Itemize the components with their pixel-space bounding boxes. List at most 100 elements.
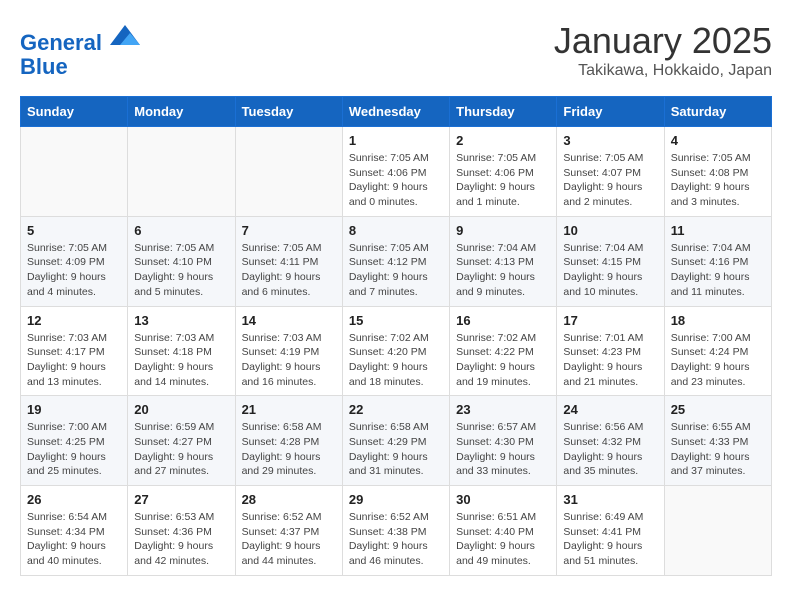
day-info: Sunrise: 7:05 AM Sunset: 4:12 PM Dayligh… (349, 241, 443, 300)
day-number: 25 (671, 402, 765, 417)
day-number: 16 (456, 313, 550, 328)
day-number: 6 (134, 223, 228, 238)
day-number: 7 (242, 223, 336, 238)
day-number: 29 (349, 492, 443, 507)
day-number: 28 (242, 492, 336, 507)
day-of-week-saturday: Saturday (664, 97, 771, 127)
day-info: Sunrise: 7:03 AM Sunset: 4:17 PM Dayligh… (27, 331, 121, 390)
calendar-cell: 27 Sunrise: 6:53 AM Sunset: 4:36 PM Dayli… (128, 486, 235, 576)
day-info: Sunrise: 7:03 AM Sunset: 4:18 PM Dayligh… (134, 331, 228, 390)
day-of-week-monday: Monday (128, 97, 235, 127)
days-of-week-row: SundayMondayTuesdayWednesdayThursdayFrid… (21, 97, 772, 127)
day-info: Sunrise: 7:05 AM Sunset: 4:11 PM Dayligh… (242, 241, 336, 300)
calendar-cell: 11 Sunrise: 7:04 AM Sunset: 4:16 PM Dayli… (664, 216, 771, 306)
calendar-cell: 31 Sunrise: 6:49 AM Sunset: 4:41 PM Dayli… (557, 486, 664, 576)
day-number: 14 (242, 313, 336, 328)
day-info: Sunrise: 7:05 AM Sunset: 4:09 PM Dayligh… (27, 241, 121, 300)
day-info: Sunrise: 6:56 AM Sunset: 4:32 PM Dayligh… (563, 420, 657, 479)
calendar-cell: 18Sunrise: 7:00 AM Sunset: 4:24 PM Dayli… (664, 306, 771, 396)
calendar-cell: 26 Sunrise: 6:54 AM Sunset: 4:34 PM Dayli… (21, 486, 128, 576)
week-row-1: 1 Sunrise: 7:05 AM Sunset: 4:06 PM Daylig… (21, 127, 772, 217)
day-info: Sunrise: 6:53 AM Sunset: 4:36 PM Dayligh… (134, 510, 228, 569)
day-info: Sunrise: 7:00 AM Sunset: 4:25 PM Dayligh… (27, 420, 121, 479)
day-info: Sunrise: 7:04 AM Sunset: 4:15 PM Dayligh… (563, 241, 657, 300)
month-title: January 2025 (554, 20, 772, 62)
day-info: Sunrise: 6:52 AM Sunset: 4:37 PM Dayligh… (242, 510, 336, 569)
calendar-cell: 12Sunrise: 7:03 AM Sunset: 4:17 PM Dayli… (21, 306, 128, 396)
calendar-cell: 9 Sunrise: 7:04 AM Sunset: 4:13 PM Daylig… (450, 216, 557, 306)
calendar-cell: 5 Sunrise: 7:05 AM Sunset: 4:09 PM Daylig… (21, 216, 128, 306)
day-info: Sunrise: 6:59 AM Sunset: 4:27 PM Dayligh… (134, 420, 228, 479)
day-number: 31 (563, 492, 657, 507)
week-row-4: 19 Sunrise: 7:00 AM Sunset: 4:25 PM Dayli… (21, 396, 772, 486)
logo-icon (110, 20, 140, 50)
calendar-cell: 19 Sunrise: 7:00 AM Sunset: 4:25 PM Dayli… (21, 396, 128, 486)
calendar-cell: 14 Sunrise: 7:03 AM Sunset: 4:19 PM Dayli… (235, 306, 342, 396)
calendar-cell: 30Sunrise: 6:51 AM Sunset: 4:40 PM Dayli… (450, 486, 557, 576)
day-number: 27 (134, 492, 228, 507)
day-number: 17 (563, 313, 657, 328)
day-number: 11 (671, 223, 765, 238)
day-info: Sunrise: 6:49 AM Sunset: 4:41 PM Dayligh… (563, 510, 657, 569)
day-info: Sunrise: 7:05 AM Sunset: 4:08 PM Dayligh… (671, 151, 765, 210)
day-info: Sunrise: 7:04 AM Sunset: 4:16 PM Dayligh… (671, 241, 765, 300)
day-number: 26 (27, 492, 121, 507)
week-row-3: 12Sunrise: 7:03 AM Sunset: 4:17 PM Dayli… (21, 306, 772, 396)
day-info: Sunrise: 6:55 AM Sunset: 4:33 PM Dayligh… (671, 420, 765, 479)
calendar-cell: 22Sunrise: 6:58 AM Sunset: 4:29 PM Dayli… (342, 396, 449, 486)
title-block: January 2025 Takikawa, Hokkaido, Japan (554, 20, 772, 80)
calendar-cell: 15 Sunrise: 7:02 AM Sunset: 4:20 PM Dayli… (342, 306, 449, 396)
day-of-week-sunday: Sunday (21, 97, 128, 127)
day-of-week-wednesday: Wednesday (342, 97, 449, 127)
day-number: 22 (349, 402, 443, 417)
location-title: Takikawa, Hokkaido, Japan (554, 62, 772, 80)
calendar-cell: 4 Sunrise: 7:05 AM Sunset: 4:08 PM Daylig… (664, 127, 771, 217)
logo-blue: Blue (20, 54, 68, 79)
calendar-cell: 28 Sunrise: 6:52 AM Sunset: 4:37 PM Dayli… (235, 486, 342, 576)
day-number: 2 (456, 133, 550, 148)
calendar-cell: 20Sunrise: 6:59 AM Sunset: 4:27 PM Dayli… (128, 396, 235, 486)
day-info: Sunrise: 7:01 AM Sunset: 4:23 PM Dayligh… (563, 331, 657, 390)
logo-text: General Blue (20, 20, 140, 79)
day-info: Sunrise: 7:05 AM Sunset: 4:06 PM Dayligh… (349, 151, 443, 210)
day-number: 10 (563, 223, 657, 238)
day-info: Sunrise: 7:04 AM Sunset: 4:13 PM Dayligh… (456, 241, 550, 300)
day-number: 9 (456, 223, 550, 238)
calendar-cell (21, 127, 128, 217)
day-number: 1 (349, 133, 443, 148)
calendar-table: SundayMondayTuesdayWednesdayThursdayFrid… (20, 96, 772, 576)
day-number: 4 (671, 133, 765, 148)
calendar-cell: 7 Sunrise: 7:05 AM Sunset: 4:11 PM Daylig… (235, 216, 342, 306)
day-of-week-friday: Friday (557, 97, 664, 127)
day-info: Sunrise: 7:02 AM Sunset: 4:22 PM Dayligh… (456, 331, 550, 390)
calendar-cell: 13 Sunrise: 7:03 AM Sunset: 4:18 PM Dayli… (128, 306, 235, 396)
calendar-cell: 16 Sunrise: 7:02 AM Sunset: 4:22 PM Dayli… (450, 306, 557, 396)
day-number: 23 (456, 402, 550, 417)
day-number: 21 (242, 402, 336, 417)
calendar-cell: 1 Sunrise: 7:05 AM Sunset: 4:06 PM Daylig… (342, 127, 449, 217)
day-number: 13 (134, 313, 228, 328)
week-row-5: 26 Sunrise: 6:54 AM Sunset: 4:34 PM Dayli… (21, 486, 772, 576)
logo-general: General (20, 30, 102, 55)
day-info: Sunrise: 7:03 AM Sunset: 4:19 PM Dayligh… (242, 331, 336, 390)
day-of-week-thursday: Thursday (450, 97, 557, 127)
calendar-cell: 6Sunrise: 7:05 AM Sunset: 4:10 PM Daylig… (128, 216, 235, 306)
day-info: Sunrise: 7:02 AM Sunset: 4:20 PM Dayligh… (349, 331, 443, 390)
day-number: 15 (349, 313, 443, 328)
calendar-header: SundayMondayTuesdayWednesdayThursdayFrid… (21, 97, 772, 127)
day-number: 5 (27, 223, 121, 238)
day-number: 19 (27, 402, 121, 417)
calendar-cell: 17 Sunrise: 7:01 AM Sunset: 4:23 PM Dayli… (557, 306, 664, 396)
calendar-cell (664, 486, 771, 576)
logo: General Blue (20, 20, 140, 79)
calendar-cell: 2 Sunrise: 7:05 AM Sunset: 4:06 PM Daylig… (450, 127, 557, 217)
calendar-cell: 24Sunrise: 6:56 AM Sunset: 4:32 PM Dayli… (557, 396, 664, 486)
calendar-cell (128, 127, 235, 217)
day-info: Sunrise: 7:05 AM Sunset: 4:06 PM Dayligh… (456, 151, 550, 210)
day-info: Sunrise: 6:54 AM Sunset: 4:34 PM Dayligh… (27, 510, 121, 569)
day-info: Sunrise: 6:51 AM Sunset: 4:40 PM Dayligh… (456, 510, 550, 569)
calendar-cell: 23Sunrise: 6:57 AM Sunset: 4:30 PM Dayli… (450, 396, 557, 486)
calendar-cell: 21Sunrise: 6:58 AM Sunset: 4:28 PM Dayli… (235, 396, 342, 486)
day-number: 18 (671, 313, 765, 328)
day-of-week-tuesday: Tuesday (235, 97, 342, 127)
